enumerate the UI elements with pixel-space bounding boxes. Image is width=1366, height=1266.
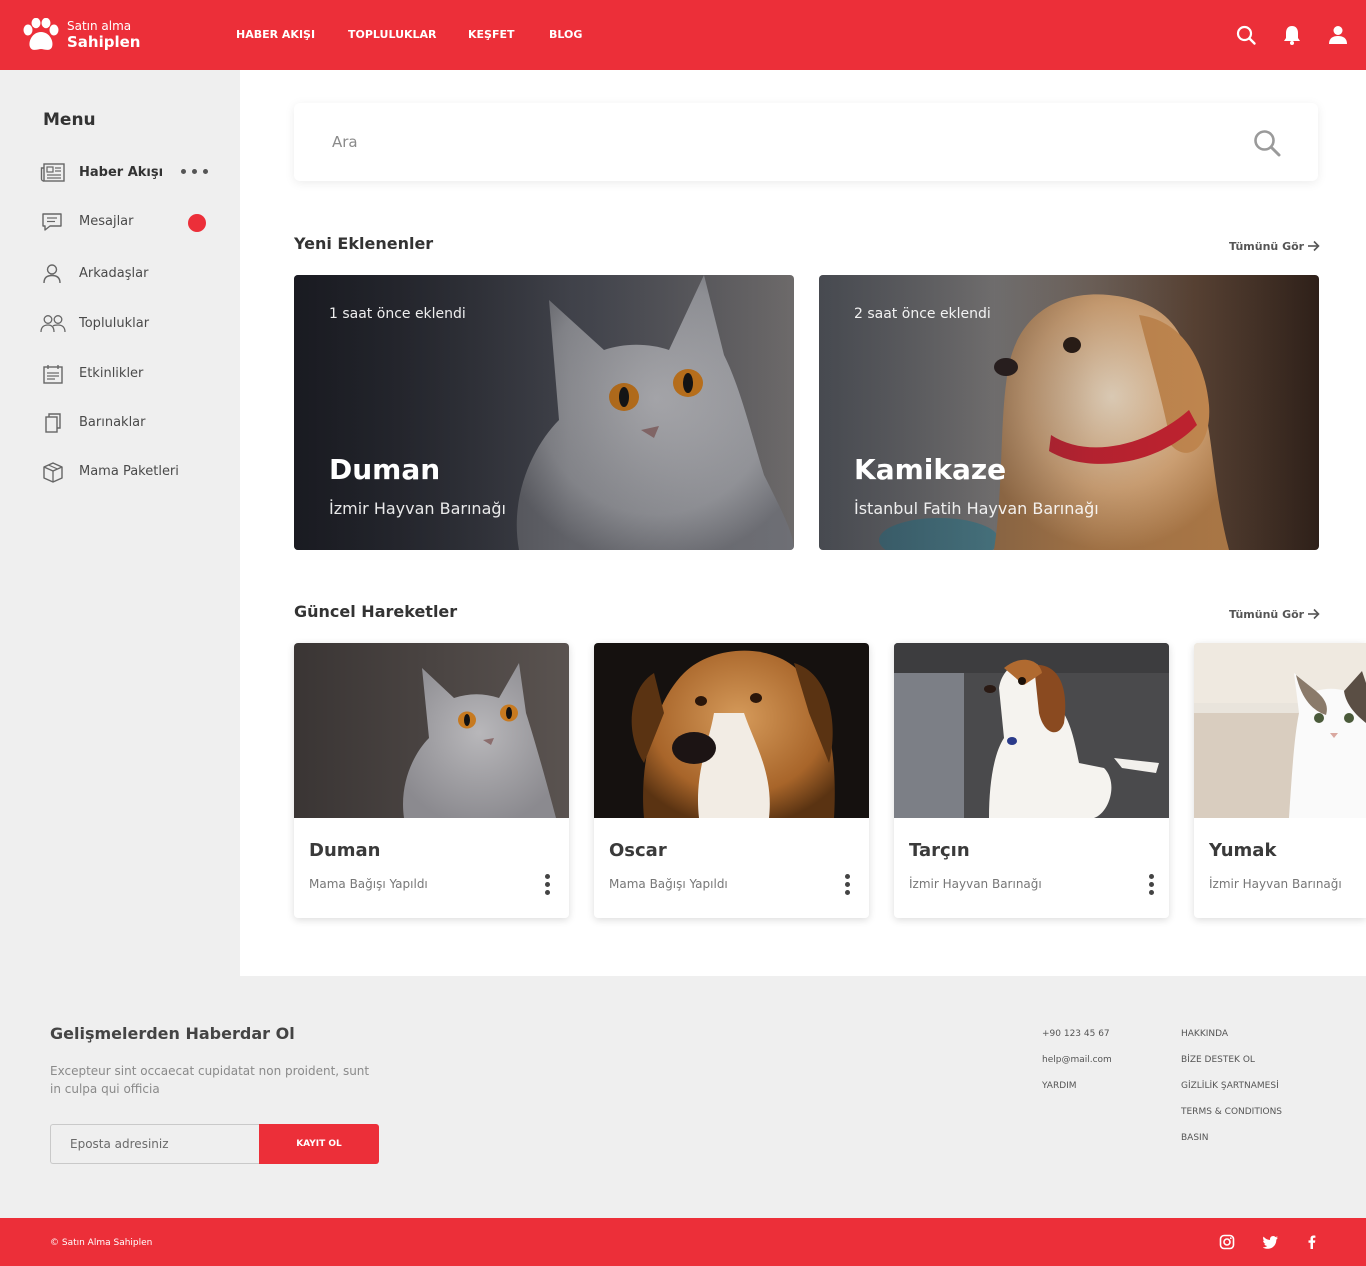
sidebar-item-label: Arkadaşlar <box>79 266 149 281</box>
user-icon <box>43 264 61 284</box>
activity-card-tarcin[interactable]: Tarçın İzmir Hayvan Barınağı <box>894 643 1169 918</box>
email-field[interactable] <box>50 1124 260 1164</box>
more-vertical-icon[interactable] <box>1146 873 1156 895</box>
feature-location: İzmir Hayvan Barınağı <box>329 499 506 518</box>
more-options-icon[interactable] <box>180 166 210 176</box>
card-subtitle: Mama Bağışı Yapıldı <box>309 877 428 891</box>
bottom-bar: © Satın Alma Sahiplen <box>0 1218 1366 1266</box>
see-all-new-link[interactable]: Tümünü Gör <box>1229 240 1320 253</box>
sidebar-item-label: Topluluklar <box>79 316 150 331</box>
nav-blog[interactable]: BLOG <box>549 28 582 41</box>
logo-text-top: Satın alma <box>67 19 132 33</box>
feature-card-duman[interactable]: 1 saat önce eklendi Duman İzmir Hayvan B… <box>294 275 794 550</box>
notification-badge <box>188 214 206 232</box>
facebook-icon[interactable] <box>1304 1234 1320 1250</box>
more-vertical-icon[interactable] <box>542 873 552 895</box>
bell-icon[interactable] <box>1281 24 1303 46</box>
profile-icon[interactable] <box>1327 24 1349 46</box>
press-link[interactable]: BASIN <box>1181 1133 1208 1143</box>
card-subtitle: Mama Bağışı Yapıldı <box>609 877 728 891</box>
nav-haber-akisi[interactable]: HABER AKIŞI <box>236 28 315 41</box>
card-subtitle: İzmir Hayvan Barınağı <box>909 877 1042 891</box>
sidebar-item-label: Barınaklar <box>79 415 146 430</box>
sidebar-item-label: Mama Paketleri <box>79 464 179 479</box>
activity-card-yumak[interactable]: Yumak İzmir Hayvan Barınağı <box>1194 643 1366 918</box>
nav-kesfet[interactable]: KEŞFET <box>468 28 515 41</box>
feature-name: Duman <box>329 453 441 486</box>
newsletter-description: Excepteur sint occaecat cupidatat non pr… <box>50 1064 370 1096</box>
see-all-label: Tümünü Gör <box>1229 240 1305 253</box>
sidebar-item-arkadaslar[interactable]: Arkadaşlar <box>40 261 220 287</box>
sidebar-item-haber-akisi[interactable]: Haber Akışı <box>40 160 220 186</box>
copy-icon <box>45 413 61 433</box>
sidebar-item-topluluklar[interactable]: Topluluklar <box>40 311 220 337</box>
sidebar-item-label: Mesajlar <box>79 214 134 229</box>
nav-topluluklar[interactable]: TOPLULUKLAR <box>348 28 437 41</box>
arrow-right-icon <box>1308 240 1320 252</box>
footer: Gelişmelerden Haberdar Ol Excepteur sint… <box>0 976 1366 1218</box>
support-link[interactable]: BİZE DESTEK OL <box>1181 1055 1255 1065</box>
top-navigation-bar: Satın alma Sahiplen HABER AKIŞI TOPLULUK… <box>0 0 1366 70</box>
see-all-recent-link[interactable]: Tümünü Gör <box>1229 608 1320 621</box>
feature-card-kamikaze[interactable]: 2 saat önce eklendi Kamikaze İstanbul Fa… <box>819 275 1319 550</box>
sidebar-item-mama-paketleri[interactable]: Mama Paketleri <box>40 459 220 485</box>
kitten-photo <box>1194 643 1366 818</box>
card-name: Oscar <box>609 840 667 861</box>
more-vertical-icon[interactable] <box>842 873 852 895</box>
twitter-icon[interactable] <box>1263 1234 1279 1250</box>
see-all-label: Tümünü Gör <box>1229 608 1305 621</box>
card-subtitle: İzmir Hayvan Barınağı <box>1209 877 1342 891</box>
group-icon <box>40 315 66 333</box>
sidebar-item-label: Etkinlikler <box>79 366 144 381</box>
card-name: Duman <box>309 840 381 861</box>
message-icon <box>42 213 62 231</box>
phone-link[interactable]: +90 123 45 67 <box>1042 1029 1110 1039</box>
about-link[interactable]: HAKKINDA <box>1181 1029 1228 1039</box>
feature-time: 2 saat önce eklendi <box>854 306 991 322</box>
copyright-text: © Satın Alma Sahiplen <box>50 1238 153 1248</box>
feature-location: İstanbul Fatih Hayvan Barınağı <box>854 499 1099 518</box>
subscribe-button[interactable]: KAYIT OL <box>259 1124 379 1164</box>
section-title-new: Yeni Eklenenler <box>294 234 434 253</box>
feature-name: Kamikaze <box>854 453 1007 486</box>
help-link[interactable]: YARDIM <box>1042 1081 1077 1091</box>
newspaper-icon <box>40 163 65 182</box>
box-icon <box>43 462 63 483</box>
card-name: Yumak <box>1209 840 1277 861</box>
activity-card-duman[interactable]: Duman Mama Bağışı Yapıldı <box>294 643 569 918</box>
card-name: Tarçın <box>909 840 970 861</box>
cat-photo <box>294 643 569 818</box>
search-icon[interactable] <box>1252 128 1282 158</box>
logo[interactable]: Satın alma Sahiplen <box>20 16 160 56</box>
search-box <box>294 103 1318 181</box>
sidebar-item-mesajlar[interactable]: Mesajlar <box>40 209 220 235</box>
menu-title: Menu <box>43 110 96 130</box>
activity-card-oscar[interactable]: Oscar Mama Bağışı Yapıldı <box>594 643 869 918</box>
search-icon[interactable] <box>1235 24 1257 46</box>
email-link[interactable]: help@mail.com <box>1042 1055 1112 1065</box>
logo-text-bottom: Sahiplen <box>67 33 141 51</box>
search-input[interactable] <box>332 125 1212 159</box>
dog-photo <box>594 643 869 818</box>
section-title-recent: Güncel Hareketler <box>294 602 458 621</box>
sidebar-item-barinaklar[interactable]: Barınaklar <box>40 410 220 436</box>
terms-link[interactable]: TERMS & CONDITIONS <box>1181 1107 1282 1117</box>
paw-icon <box>23 18 59 50</box>
instagram-icon[interactable] <box>1219 1234 1235 1250</box>
feature-time: 1 saat önce eklendi <box>329 306 466 322</box>
privacy-link[interactable]: GİZLİLİK ŞARTNAMESİ <box>1181 1081 1279 1091</box>
sidebar-item-label: Haber Akışı <box>79 165 164 180</box>
sidebar: Menu Haber Akışı Mesajlar Arkadaşlar Top… <box>0 70 240 976</box>
calendar-icon <box>43 365 63 384</box>
arrow-right-icon <box>1308 608 1320 620</box>
newsletter-title: Gelişmelerden Haberdar Ol <box>50 1024 295 1043</box>
sidebar-item-etkinlikler[interactable]: Etkinlikler <box>40 361 220 387</box>
beagle-photo <box>894 643 1169 818</box>
